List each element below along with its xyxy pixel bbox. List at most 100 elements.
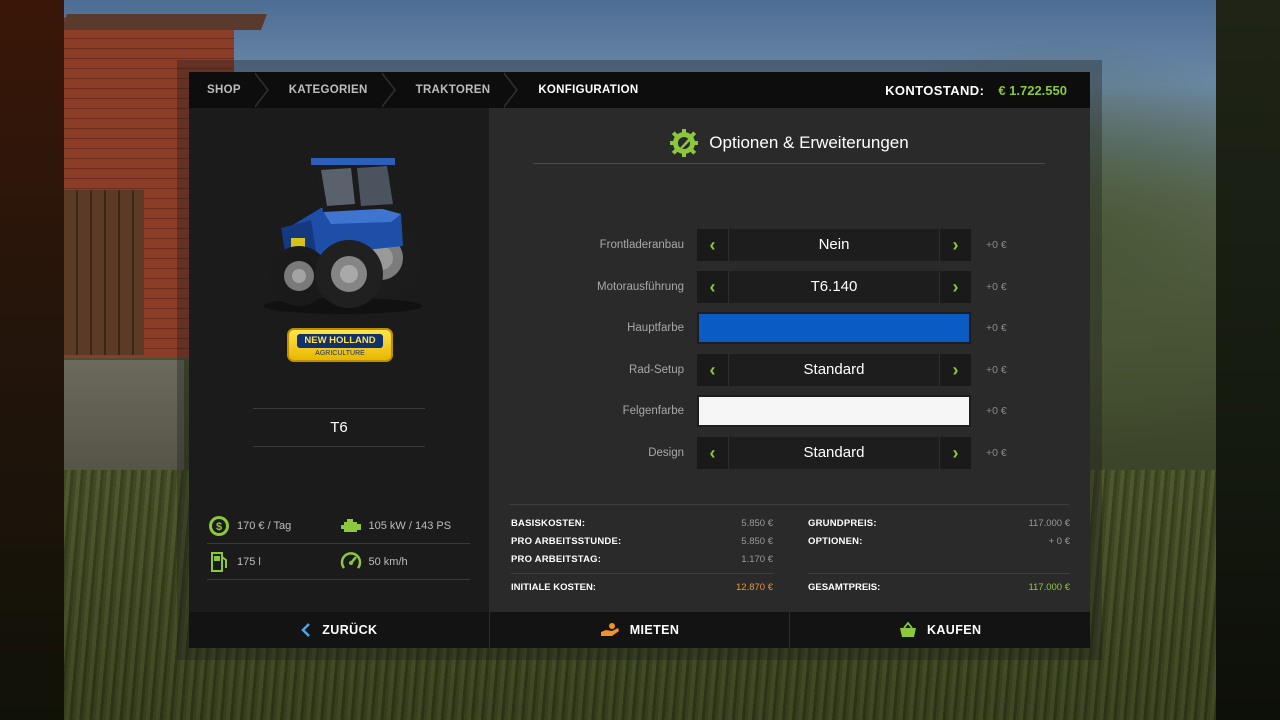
cost-value: 5.850 €	[741, 518, 773, 529]
spec-daily-cost: $ 170 € / Tag	[207, 508, 339, 543]
cost-label: PRO ARBEITSTAG:	[511, 554, 602, 565]
barn-door	[64, 190, 144, 355]
breadcrumb-label: KATEGORIEN	[288, 84, 368, 96]
tractor-image	[263, 158, 423, 314]
option-label: Motorausführung	[597, 281, 684, 293]
chevron-left-icon[interactable]: ‹	[697, 437, 729, 469]
vehicle-specs: $ 170 € / Tag 105 kW / 143 PS 175 l 50 k…	[207, 508, 470, 580]
options-header: Optionen & Erweiterungen	[533, 122, 1045, 164]
cost-value: 117.000 €	[1028, 518, 1070, 529]
option-price: +0 €	[986, 447, 1007, 459]
buy-button-label: KAUFEN	[926, 623, 982, 637]
chevron-right-icon[interactable]: ›	[939, 354, 971, 386]
balance-value: € 1.722.550	[998, 82, 1067, 98]
breadcrumb-konfiguration: KONFIGURATION	[520, 72, 638, 108]
option-row-design: Design ‹ Standard › +0 €	[489, 437, 1090, 469]
back-button[interactable]: ZURÜCK	[189, 612, 490, 648]
chevron-left-icon[interactable]: ‹	[697, 229, 729, 261]
dollar-gear-icon: $	[207, 514, 231, 538]
breadcrumb-separator	[252, 72, 271, 108]
option-value: Standard	[803, 444, 865, 461]
color-selector[interactable]	[697, 312, 971, 344]
speedometer-icon	[339, 550, 363, 574]
cost-value: 5.850 €	[741, 536, 773, 547]
option-price: +0 €	[986, 405, 1007, 417]
brand-name: NEW HOLLAND	[297, 334, 383, 348]
initial-costs-label: INITIALE KOSTEN:	[511, 582, 596, 593]
option-row-main-color: Hauptfarbe +0 €	[489, 312, 1090, 344]
spec-daily-cost-value: 170 € / Tag	[237, 519, 292, 532]
options-panel: Optionen & Erweiterungen Frontladeranbau…	[489, 108, 1090, 612]
chevron-right-icon[interactable]: ›	[939, 229, 971, 261]
cost-value: 1.170 €	[741, 554, 773, 565]
option-label: Hauptfarbe	[627, 322, 684, 334]
option-label: Rad-Setup	[629, 364, 684, 376]
cost-value: + 0 €	[1048, 536, 1070, 547]
cost-label: GRUNDPREIS:	[808, 518, 877, 529]
breadcrumb-separator	[379, 72, 398, 108]
breadcrumb-traktoren[interactable]: TRAKTOREN	[398, 72, 521, 108]
main-color-swatch[interactable]	[699, 314, 969, 342]
vehicle-panel: NEW HOLLAND AGRICULTURE T6 $ 170 € / Tag…	[189, 108, 489, 612]
svg-text:$: $	[216, 521, 222, 533]
chevron-right-icon[interactable]: ›	[939, 271, 971, 303]
color-selector[interactable]	[697, 395, 971, 427]
breadcrumb-kategorien[interactable]: KATEGORIEN	[271, 72, 398, 108]
spec-fuel-value: 175 l	[237, 555, 261, 568]
spec-speed-value: 50 km/h	[368, 555, 408, 568]
lease-button[interactable]: MIETEN	[490, 612, 791, 648]
total-price-line: GESAMTPREIS: 117.000 €	[808, 573, 1070, 593]
spec-row: $ 170 € / Tag 105 kW / 143 PS	[207, 508, 470, 544]
option-row-frontloader: Frontladeranbau ‹ Nein › +0 €	[489, 229, 1090, 261]
cost-line: GRUNDPREIS: 117.000 €	[808, 515, 1070, 533]
chevron-right-icon[interactable]: ›	[939, 437, 971, 469]
cost-label: BASISKOSTEN:	[511, 518, 586, 529]
chevron-left-icon	[300, 622, 312, 638]
rim-color-swatch[interactable]	[699, 397, 969, 425]
buy-button[interactable]: KAUFEN	[790, 612, 1090, 648]
option-selector[interactable]: ‹ Nein ›	[697, 229, 971, 261]
account-balance: KONTOSTAND: € 1.722.550	[885, 72, 1067, 108]
spec-fuel: 175 l	[207, 544, 339, 579]
breadcrumb-label: TRAKTOREN	[415, 84, 491, 96]
chevron-left-icon[interactable]: ‹	[697, 354, 729, 386]
divider	[253, 408, 425, 409]
engine-icon	[339, 514, 363, 538]
letterbox-left	[0, 0, 64, 720]
brand-subtitle: AGRICULTURE	[315, 350, 365, 357]
option-row-wheel-setup: Rad-Setup ‹ Standard › +0 €	[489, 354, 1090, 386]
breadcrumb-label: KONFIGURATION	[538, 84, 639, 96]
total-price-value: 117.000 €	[1028, 582, 1070, 593]
cost-line: PRO ARBEITSTAG: 1.170 €	[511, 551, 773, 569]
breadcrumb-label: SHOP	[207, 84, 241, 96]
options-title: Optionen & Erweiterungen	[709, 132, 909, 152]
brand-logo: NEW HOLLAND AGRICULTURE	[287, 328, 393, 362]
option-value: Nein	[818, 236, 850, 253]
back-button-label: ZURÜCK	[322, 623, 378, 637]
breadcrumb-shop[interactable]: SHOP	[189, 72, 271, 108]
cost-line: OPTIONEN: + 0 €	[808, 533, 1070, 551]
option-label: Frontladeranbau	[599, 239, 684, 251]
running-costs: BASISKOSTEN: 5.850 € PRO ARBEITSSTUNDE: …	[511, 515, 773, 569]
chevron-left-icon[interactable]: ‹	[697, 271, 729, 303]
option-selector[interactable]: ‹ T6.140 ›	[697, 271, 971, 303]
letterbox-right	[1216, 0, 1280, 720]
option-price: +0 €	[986, 239, 1007, 251]
spec-speed: 50 km/h	[339, 544, 471, 579]
option-selector[interactable]: ‹ Standard ›	[697, 354, 971, 386]
action-bar: ZURÜCK MIETEN KAUFEN	[189, 612, 1090, 648]
initial-costs-value: 12.870 €	[736, 582, 773, 593]
option-value: Standard	[803, 361, 865, 378]
total-price-label: GESAMTPREIS:	[808, 582, 881, 593]
option-row-engine: Motorausführung ‹ T6.140 › +0 €	[489, 271, 1090, 303]
shop-configuration-dialog: SHOP KATEGORIEN TRAKTOREN KONFIGURATION …	[189, 72, 1090, 648]
balance-label: KONTOSTAND:	[885, 82, 985, 98]
option-row-rim-color: Felgenfarbe +0 €	[489, 395, 1090, 427]
option-label: Felgenfarbe	[622, 405, 684, 417]
spec-row: 175 l 50 km/h	[207, 544, 470, 580]
option-selector[interactable]: ‹ Standard ›	[697, 437, 971, 469]
shopping-basket-icon	[899, 622, 917, 638]
wrench-gear-icon	[670, 128, 699, 157]
barn-roof	[61, 14, 267, 30]
cost-label: OPTIONEN:	[808, 536, 863, 547]
